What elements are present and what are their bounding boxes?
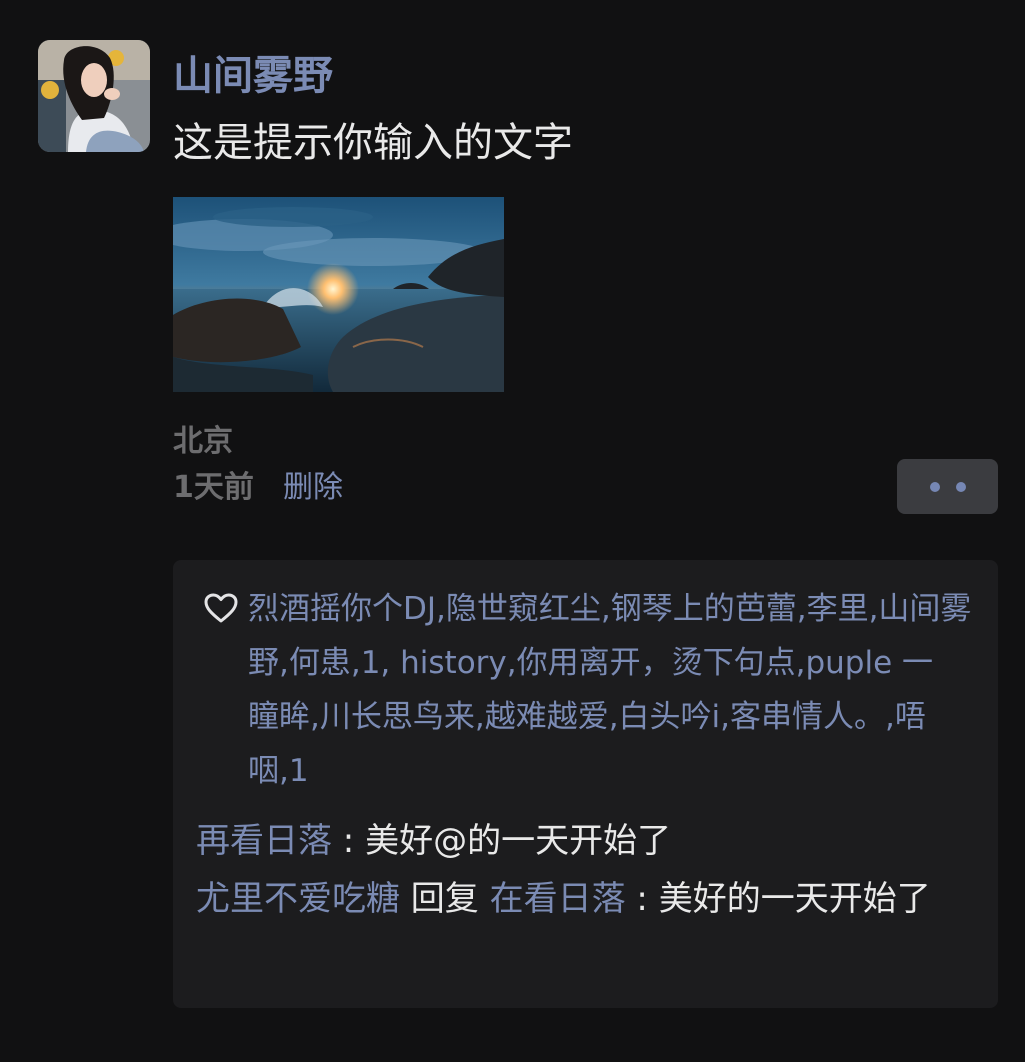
- comment-separator: :: [332, 821, 366, 861]
- sunset-coast-image: [173, 197, 504, 392]
- post-text: 这是提示你输入的文字: [173, 120, 573, 166]
- comment-content: 美好的一天开始了: [658, 879, 931, 919]
- heart-icon: [204, 593, 238, 623]
- comment-content: 美好@的一天开始了: [365, 821, 672, 861]
- comment-item: 尤里不爱吃糖 回复 在看日落 : 美好的一天开始了: [196, 870, 986, 928]
- more-button[interactable]: [897, 459, 998, 514]
- likes-list[interactable]: 烈酒摇你个DJ,隐世窥红尘,钢琴上的芭蕾,李里,山间雾野,何患,1, histo…: [248, 582, 973, 798]
- more-dots-icon: [955, 481, 966, 492]
- comment-item: 再看日落 : 美好@的一天开始了: [196, 812, 986, 870]
- location: 北京: [173, 424, 233, 459]
- comment-separator: :: [625, 879, 659, 919]
- post-photo[interactable]: [173, 197, 504, 392]
- reply-word: 回复: [400, 879, 490, 919]
- comment-user[interactable]: 尤里不爱吃糖: [196, 879, 400, 919]
- avatar-image: [38, 40, 150, 152]
- comment-user[interactable]: 再看日落: [196, 821, 332, 861]
- delete-link[interactable]: 删除: [283, 468, 343, 508]
- avatar[interactable]: [38, 40, 150, 152]
- post-time: 1天前: [173, 470, 254, 505]
- more-dots-icon: [929, 481, 940, 492]
- author-name[interactable]: 山间雾野: [173, 50, 333, 102]
- reply-to-user[interactable]: 在看日落: [490, 879, 626, 919]
